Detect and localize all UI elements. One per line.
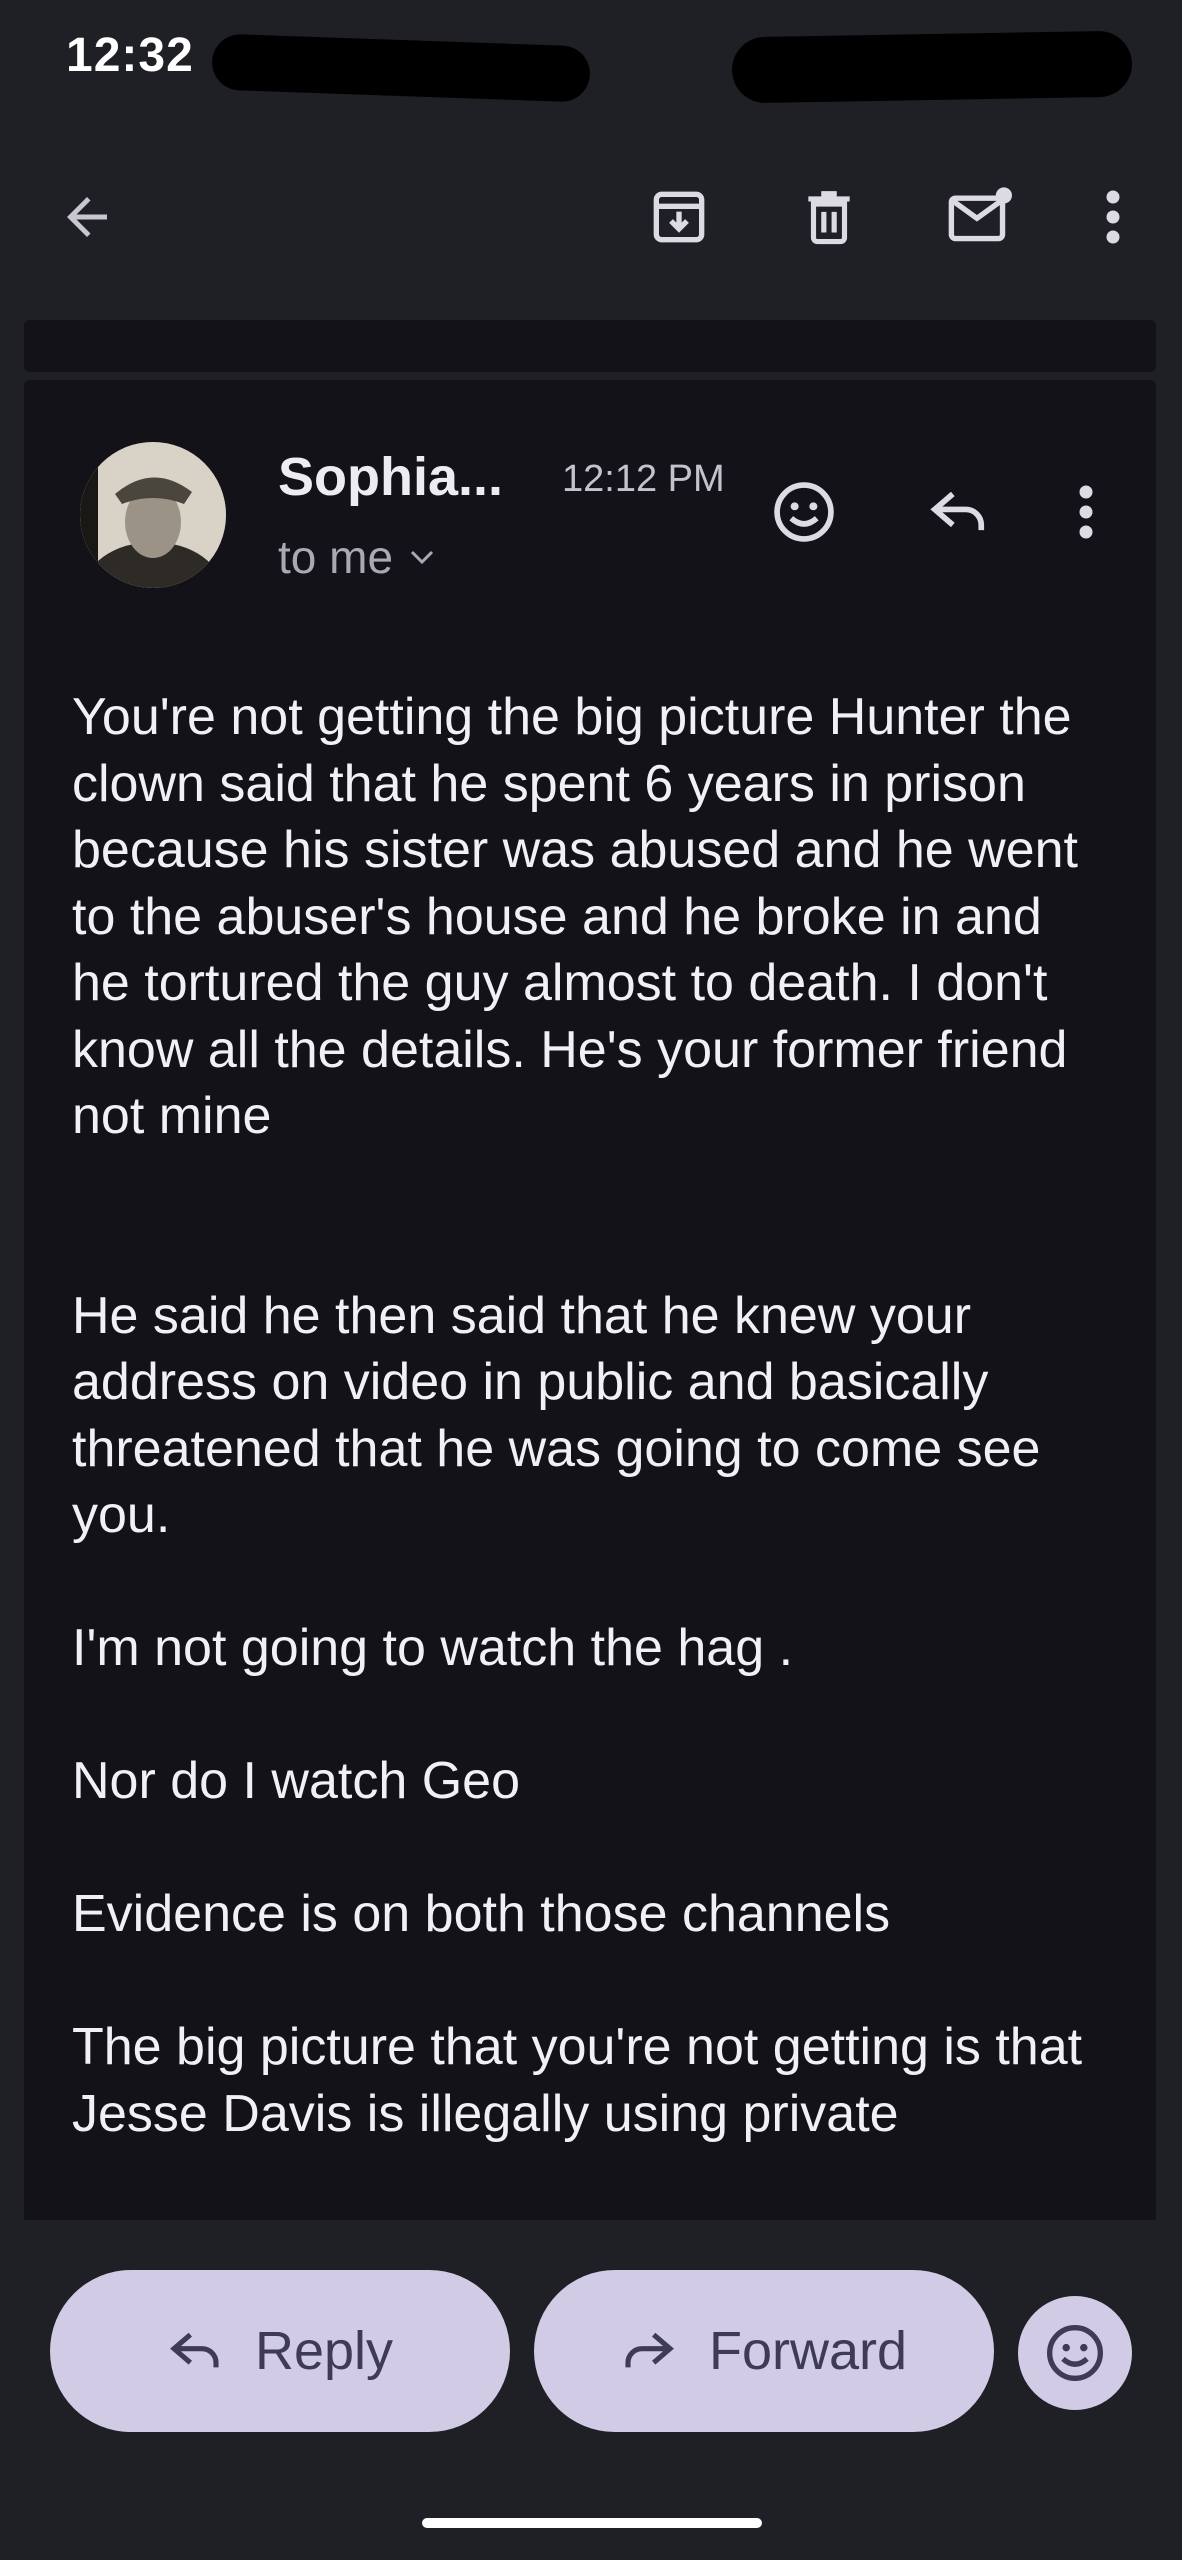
body-paragraph: I'm not going to watch the hag .	[72, 1619, 794, 1677]
sender-name[interactable]: Sophia...	[278, 446, 503, 508]
recipient-details-toggle[interactable]: to me	[278, 530, 435, 584]
message-body: You're not getting the big picture Hunte…	[72, 684, 1112, 2147]
reply-icon	[170, 2332, 219, 2368]
more-vertical-icon	[1106, 190, 1120, 244]
chevron-down-icon	[410, 550, 434, 565]
reply-button[interactable]: Reply	[50, 2270, 510, 2432]
email-view: 12:32 Sophia... 12:12 PM to me You're no…	[0, 0, 1182, 2560]
reply-icon	[930, 491, 985, 531]
recipient-label: to me	[278, 531, 394, 583]
body-paragraph: Evidence is on both those channels	[72, 1885, 891, 1943]
archive-icon	[653, 191, 705, 243]
avatar-photo	[80, 442, 226, 588]
status-bar: 12:32	[0, 0, 1182, 120]
sender-avatar[interactable]	[80, 442, 226, 588]
mark-unread-button[interactable]	[936, 172, 1026, 262]
add-reaction-button[interactable]	[760, 468, 848, 556]
body-paragraph: You're not getting the big picture Hunte…	[72, 688, 1078, 1145]
forward-label: Forward	[708, 2321, 908, 2381]
reply-icon-button[interactable]	[914, 468, 1002, 556]
forward-button[interactable]: Forward	[534, 2270, 994, 2432]
redaction-mark-right	[731, 30, 1133, 104]
sent-time: 12:12 PM	[562, 458, 725, 500]
more-options-button[interactable]	[1068, 172, 1158, 262]
emoji-icon	[1047, 2325, 1103, 2381]
archive-button[interactable]	[634, 172, 724, 262]
mark-unread-icon	[948, 187, 1012, 242]
body-paragraph: He said he then said that he knew your a…	[72, 1286, 1041, 1545]
reply-label: Reply	[254, 2321, 394, 2381]
body-paragraph: Nor do I watch Geo	[72, 1752, 520, 1810]
emoji-reaction-button[interactable]	[1018, 2296, 1132, 2410]
back-button[interactable]	[42, 172, 132, 262]
forward-icon	[625, 2332, 674, 2368]
message-more-button[interactable]	[1042, 468, 1130, 556]
trash-icon	[808, 191, 850, 245]
collapsed-message[interactable]	[24, 320, 1156, 372]
home-indicator[interactable]	[422, 2518, 762, 2528]
message-card: Sophia... 12:12 PM to me You're not gett…	[24, 380, 1156, 2220]
emoji-icon	[774, 482, 834, 542]
status-time: 12:32	[66, 29, 194, 82]
arrow-left-icon	[67, 197, 107, 237]
more-vertical-icon	[1079, 485, 1093, 539]
body-paragraph: The big picture that you're not getting …	[72, 2018, 1083, 2143]
redaction-mark-left	[211, 33, 591, 103]
delete-button[interactable]	[784, 172, 874, 262]
